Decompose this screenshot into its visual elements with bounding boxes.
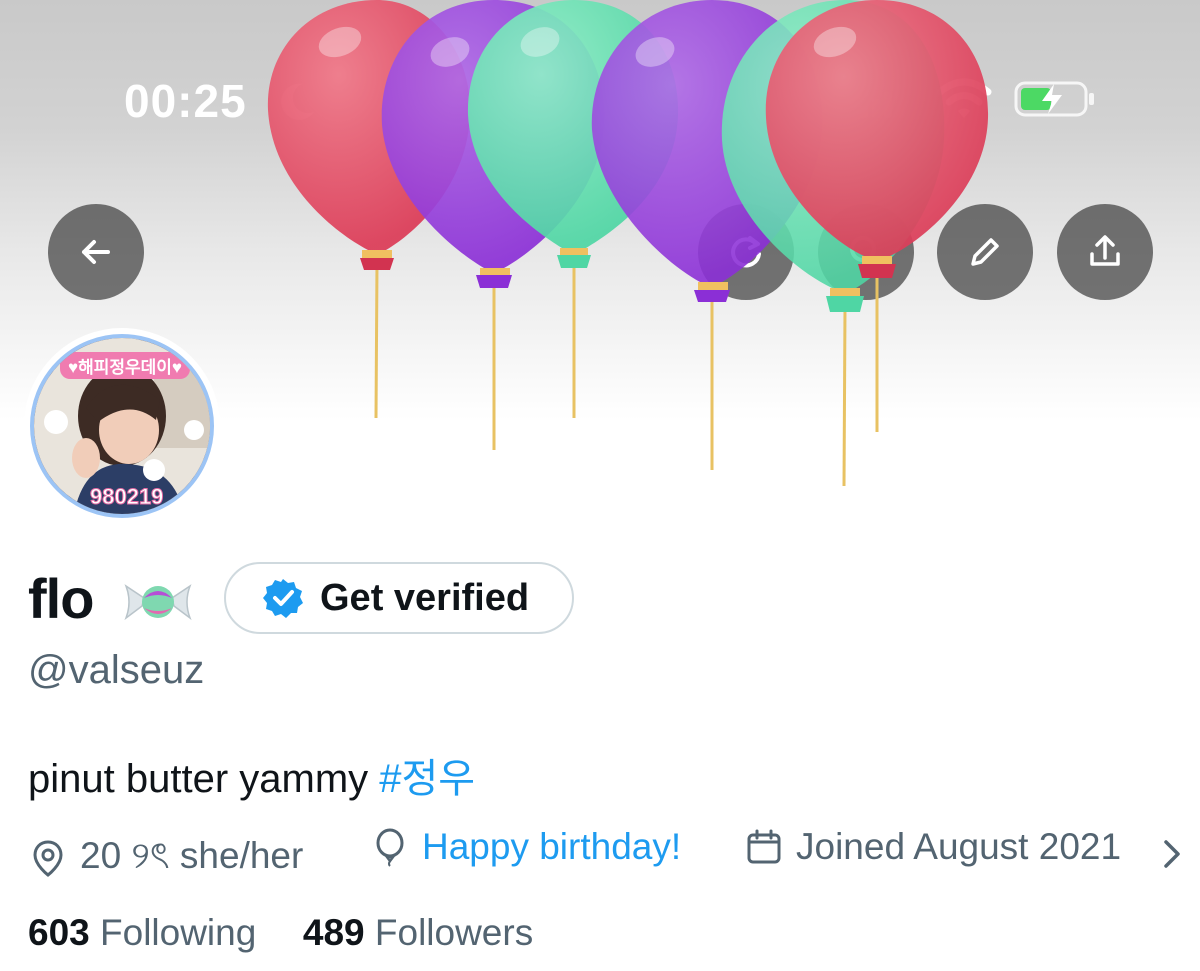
followers-count: 489 <box>302 912 365 953</box>
moon-icon <box>281 83 314 120</box>
profile-bio: pinut butter yammy #정우 <box>28 746 475 804</box>
get-verified-label: Get verified <box>320 576 530 619</box>
followers-link[interactable]: 489 Followers <box>303 912 533 953</box>
avatar-bottom-text: 980219 <box>89 484 164 510</box>
avatar-top-text: ♥해피정우데이♥ <box>60 352 191 379</box>
follow-stats: 603 Following 489 Followers <box>28 912 533 954</box>
search-icon <box>850 236 882 268</box>
share-icon <box>1090 235 1120 266</box>
edit-button[interactable] <box>937 204 1033 300</box>
birthday-link[interactable]: Happy birthday! <box>422 826 681 868</box>
candy-emoji-icon <box>124 584 192 621</box>
refresh-icon <box>731 236 761 268</box>
avatar[interactable]: ♥해피정우데이♥ 980219 <box>24 328 220 524</box>
chevron-right-icon[interactable] <box>1156 834 1190 874</box>
refresh-button[interactable] <box>698 204 794 300</box>
get-verified-button[interactable]: Get verified <box>224 562 574 634</box>
pencil-icon <box>971 238 999 266</box>
back-button[interactable] <box>48 204 144 300</box>
display-name: flo <box>28 567 94 630</box>
following-count: 603 <box>28 912 90 953</box>
profile-handle: @valseuz <box>28 648 205 692</box>
status-time: 00:25 <box>124 75 247 127</box>
joined-text: Joined August 2021 <box>796 826 1122 867</box>
wifi-icon <box>936 78 992 118</box>
joined-item: Joined August 2021 <box>744 826 1121 868</box>
location-item: 20 ୨ৎ she/her <box>28 826 303 889</box>
bio-text: pinut butter yammy <box>28 757 369 801</box>
avatar-image: ♥해피정우데이♥ 980219 <box>30 334 214 518</box>
balloon-icon <box>376 828 404 867</box>
bio-hashtag-link[interactable]: #정우 <box>379 757 475 801</box>
followers-label: Followers <box>374 912 534 953</box>
calendar-icon <box>747 829 781 864</box>
birthday-item[interactable]: Happy birthday! <box>370 826 681 868</box>
search-button[interactable] <box>818 204 914 300</box>
following-label: Following <box>100 912 257 953</box>
location-text: 20 ୨ৎ she/her <box>80 835 304 876</box>
verified-badge-icon <box>263 579 303 618</box>
profile-meta-row: 20 ୨ৎ she/her Happy birthday! Joined Aug… <box>28 826 1188 882</box>
arrow-left-icon <box>82 240 110 264</box>
signal-icon <box>860 84 904 118</box>
battery-charging-icon <box>1014 81 1094 117</box>
following-link[interactable]: 603 Following <box>28 912 256 953</box>
share-button[interactable] <box>1057 204 1153 300</box>
location-pin-icon <box>33 839 63 877</box>
